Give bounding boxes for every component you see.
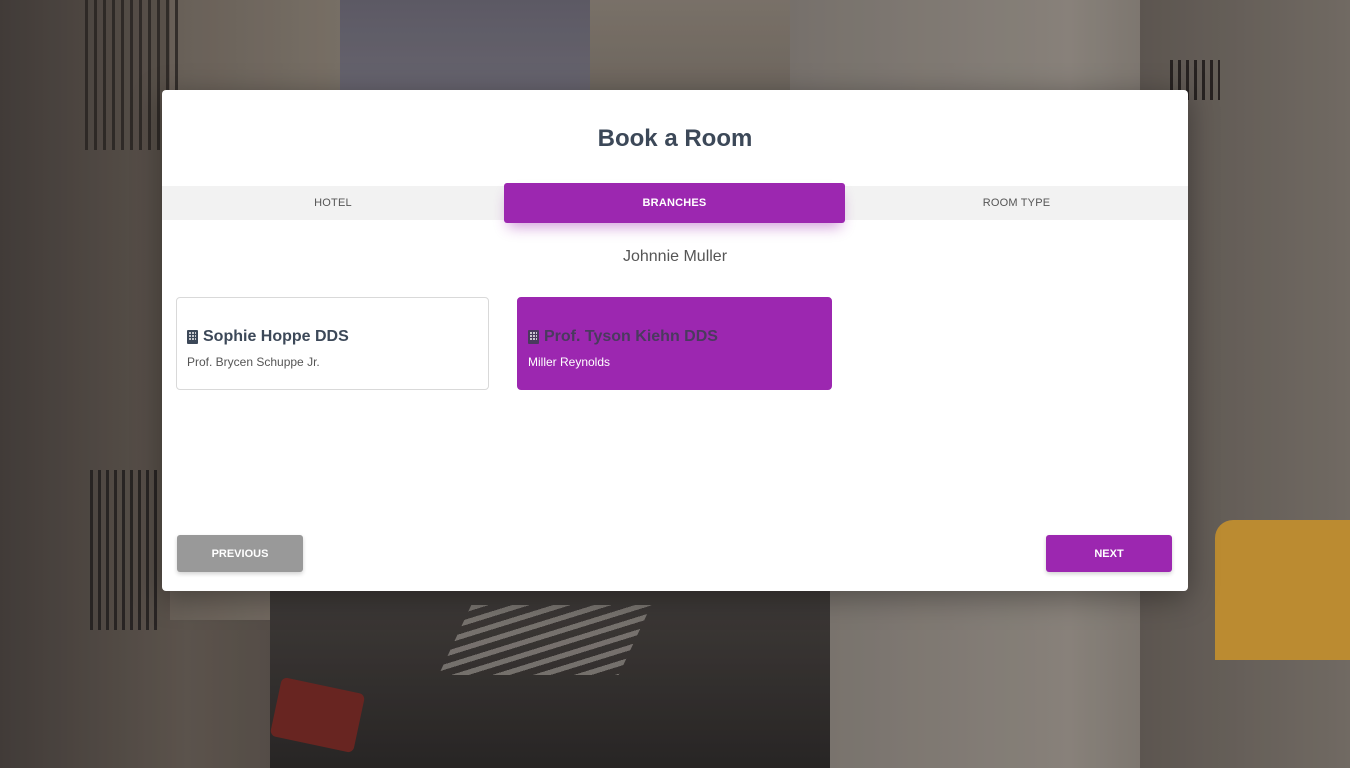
branch-manager: Prof. Brycen Schuppe Jr. — [187, 355, 320, 369]
next-button[interactable]: NEXT — [1046, 535, 1172, 572]
tab-room-type[interactable]: ROOM TYPE — [845, 186, 1188, 220]
branch-manager: Miller Reynolds — [528, 355, 611, 369]
tab-branches[interactable]: BRANCHES — [504, 183, 845, 223]
building-icon — [187, 330, 198, 344]
branch-card-title: Prof. Tyson Kiehn DDS — [528, 328, 718, 346]
building-icon — [528, 330, 539, 344]
branch-name: Prof. Tyson Kiehn DDS — [544, 328, 718, 345]
branch-card[interactable]: Sophie Hoppe DDS Prof. Brycen Schuppe Jr… — [176, 297, 489, 390]
branch-card-title: Sophie Hoppe DDS — [187, 328, 349, 346]
previous-button[interactable]: PREVIOUS — [177, 535, 303, 572]
booking-wizard-card: Book a Room HOTEL BRANCHES ROOM TYPE Joh… — [162, 90, 1188, 591]
branch-name: Sophie Hoppe DDS — [203, 328, 349, 345]
branch-card-selected[interactable]: Prof. Tyson Kiehn DDS Miller Reynolds — [517, 297, 832, 390]
selected-hotel-name: Johnnie Muller — [622, 248, 728, 265]
page-title: Book a Room — [597, 125, 753, 152]
tab-hotel[interactable]: HOTEL — [162, 186, 504, 220]
wizard-tabs: HOTEL BRANCHES ROOM TYPE — [162, 183, 1188, 223]
